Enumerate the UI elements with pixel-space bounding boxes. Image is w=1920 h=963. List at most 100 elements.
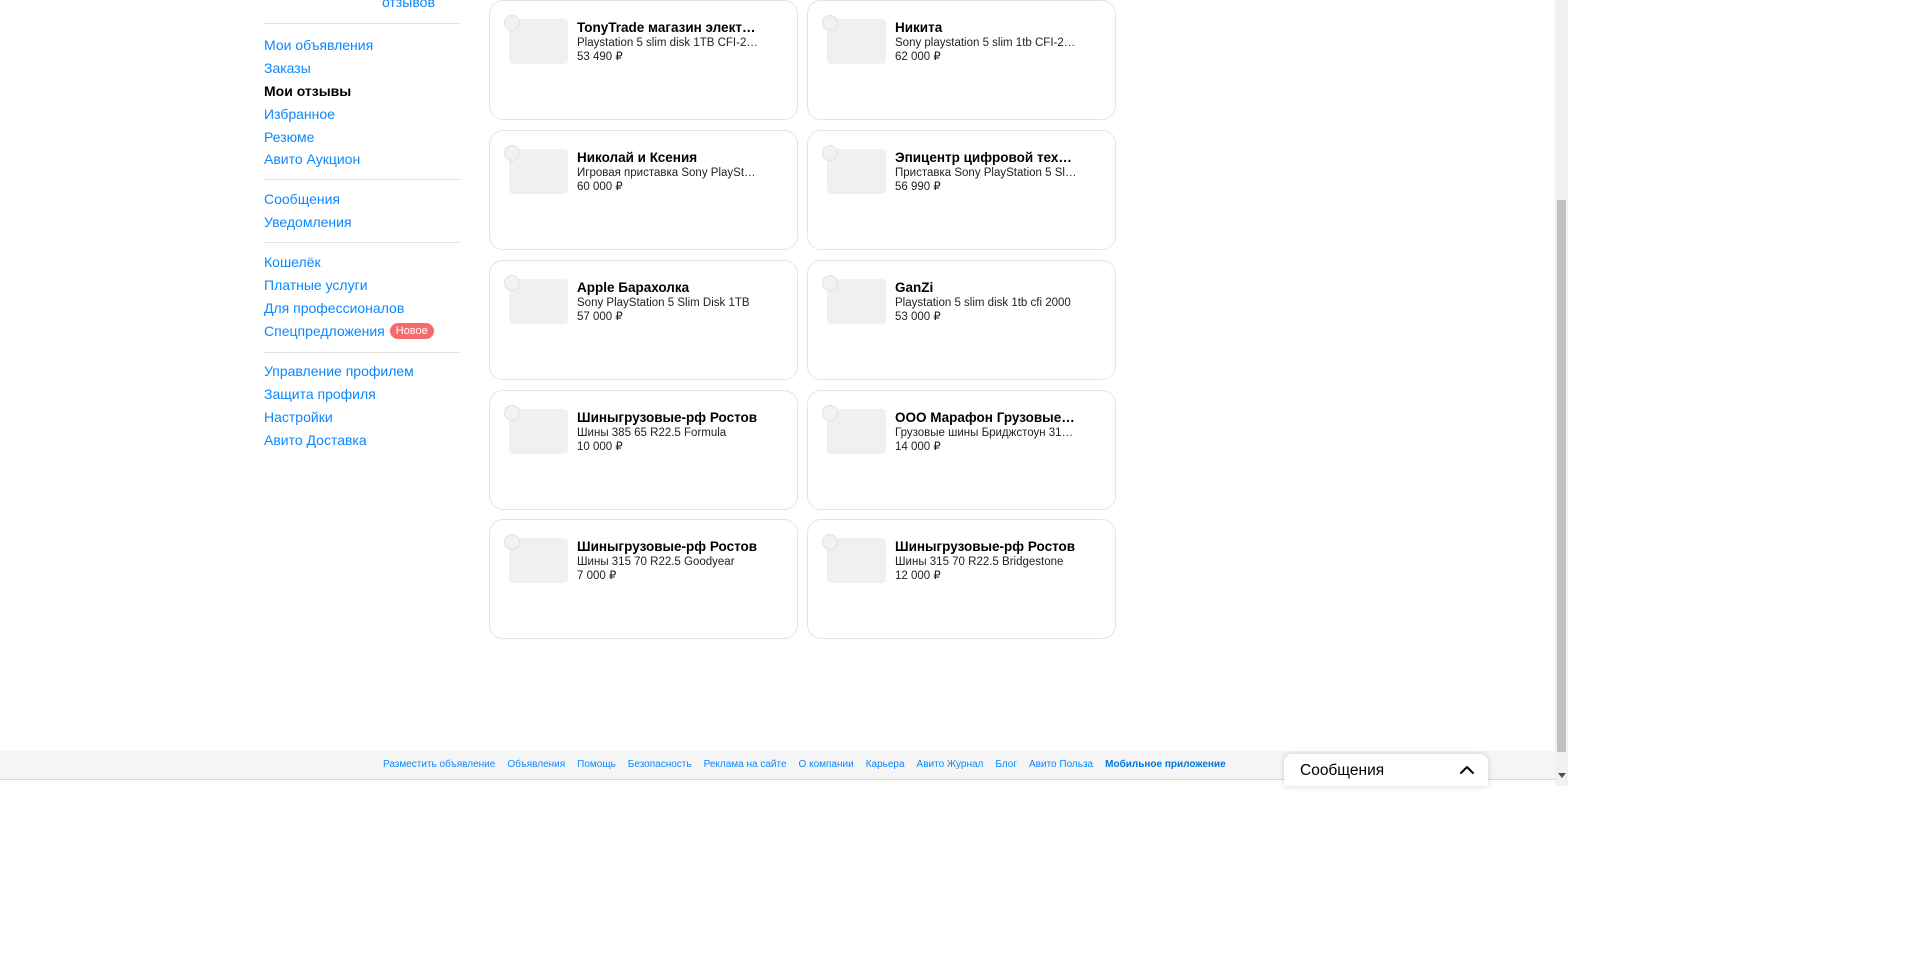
- sidebar-item-profile-protection[interactable]: Защита профиля: [264, 383, 460, 406]
- card-info: TonyTrade магазин электроники Playstatio…: [577, 20, 759, 65]
- review-card[interactable]: Шиныгрузовые-рф Ростов Шины 315 70 R22.5…: [807, 519, 1116, 639]
- seller-name: Шиныгрузовые-рф Ростов: [577, 539, 758, 554]
- page-scrollbar[interactable]: [1555, 0, 1568, 786]
- card-info: GanZi Playstation 5 slim disk 1tb cfi 20…: [895, 280, 1077, 325]
- sidebar-divider: [264, 23, 460, 24]
- item-title: Шины 315 70 R22.5 Goodyear: [577, 556, 735, 568]
- footer-link-mobile-app[interactable]: Мобильное приложение: [1105, 759, 1226, 770]
- seller-name: Эпицентр цифровой техники: [895, 150, 1077, 165]
- footer-link-benefit[interactable]: Авито Польза: [1029, 759, 1093, 770]
- item-title: Sony playstation 5 slim 1tb CFI-2000: [895, 37, 1077, 49]
- item-price: 14 000 ₽: [895, 441, 941, 453]
- item-price: 10 000 ₽: [577, 441, 623, 453]
- item-price: 7 000 ₽: [577, 570, 617, 582]
- item-price: 57 000 ₽: [577, 311, 623, 323]
- seller-name: Шиныгрузовые-рф Ростов: [577, 410, 758, 425]
- footer-link-about[interactable]: О компании: [799, 759, 854, 770]
- footer-links: Разместить объявление Объявления Помощь …: [383, 759, 1226, 770]
- card-info: Шиныгрузовые-рф Ростов Шины 385 65 R22.5…: [577, 410, 759, 455]
- item-title: Грузовые шины Бриджстоун 315 70: [895, 427, 1077, 439]
- messenger-title: Сообщения: [1300, 762, 1385, 779]
- seller-name: TonyTrade магазин электроники: [577, 20, 759, 35]
- card-info: Никита Sony playstation 5 slim 1tb CFI-2…: [895, 20, 1077, 65]
- footer-link-career[interactable]: Карьера: [866, 759, 905, 770]
- card-info: Apple Барахолка Sony PlayStation 5 Slim …: [577, 280, 759, 325]
- sidebar-item-pro[interactable]: Для профессионалов: [264, 297, 460, 320]
- sidebar-item-messages[interactable]: Сообщения: [264, 188, 460, 211]
- card-info: Эпицентр цифровой техники Приставка Sony…: [895, 150, 1077, 195]
- sidebar-item-orders[interactable]: Заказы: [264, 57, 460, 80]
- select-radio[interactable]: [504, 405, 520, 421]
- messenger-widget[interactable]: Сообщения: [1284, 754, 1488, 786]
- sidebar-item-label: Спецпредложения: [264, 322, 385, 339]
- item-title: Playstation 5 slim disk 1TB CFI-2000: [577, 37, 759, 49]
- item-title: Шины 315 70 R22.5 Bridgestone: [895, 556, 1064, 568]
- review-card[interactable]: GanZi Playstation 5 slim disk 1tb cfi 20…: [807, 260, 1116, 380]
- item-title: Playstation 5 slim disk 1tb cfi 2000: [895, 297, 1071, 309]
- sidebar-item-resume[interactable]: Резюме: [264, 125, 460, 148]
- review-card[interactable]: Apple Барахолка Sony PlayStation 5 Slim …: [489, 260, 798, 380]
- sidebar-item-notifications[interactable]: Уведомления: [264, 211, 460, 234]
- sidebar-divider: [264, 352, 460, 353]
- seller-name: Николай и Ксения: [577, 150, 698, 165]
- select-radio[interactable]: [822, 15, 838, 31]
- footer-link-security[interactable]: Безопасность: [628, 759, 692, 770]
- item-title: Шины 385 65 R22.5 Formula: [577, 427, 727, 439]
- sidebar-item-profile-management[interactable]: Управление профилем: [264, 360, 460, 383]
- footer-link-ads[interactable]: Объявления: [507, 759, 565, 770]
- sidebar-item-delivery[interactable]: Авито Доставка: [264, 428, 460, 451]
- sidebar-item-my-reviews[interactable]: Мои отзывы: [264, 80, 460, 103]
- sidebar-item-favorites[interactable]: Избранное: [264, 102, 460, 125]
- select-radio[interactable]: [822, 405, 838, 421]
- review-card[interactable]: TonyTrade магазин электроники Playstatio…: [489, 0, 798, 120]
- review-card[interactable]: Николай и Ксения Игровая приставка Sony …: [489, 130, 798, 250]
- review-card[interactable]: Шиныгрузовые-рф Ростов Шины 315 70 R22.5…: [489, 519, 798, 639]
- sidebar-divider: [264, 179, 460, 180]
- reviews-count-link[interactable]: отзывов: [382, 0, 435, 10]
- card-info: Шиныгрузовые-рф Ростов Шины 315 70 R22.5…: [577, 539, 759, 584]
- chevron-up-icon[interactable]: [1458, 761, 1476, 779]
- scroll-down-arrow-icon[interactable]: [1558, 773, 1566, 778]
- select-radio[interactable]: [504, 15, 520, 31]
- seller-name: GanZi: [895, 280, 934, 295]
- review-card[interactable]: Эпицентр цифровой техники Приставка Sony…: [807, 130, 1116, 250]
- sidebar-divider: [264, 242, 460, 243]
- nav-group-services: Кошелёк Платные услуги Для профессионало…: [264, 251, 460, 342]
- new-badge: Новое: [389, 322, 434, 339]
- select-radio[interactable]: [504, 145, 520, 161]
- item-title: Игровая приставка Sony PlayStation 5: [577, 167, 759, 179]
- footer-link-post-ad[interactable]: Разместить объявление: [383, 759, 495, 770]
- item-price: 53 490 ₽: [577, 51, 623, 63]
- card-info: ООО Марафон Грузовые шины Грузовые шины …: [895, 410, 1077, 455]
- review-card[interactable]: Никита Sony playstation 5 slim 1tb CFI-2…: [807, 0, 1116, 120]
- sidebar-item-my-ads[interactable]: Мои объявления: [264, 34, 460, 57]
- sidebar-item-wallet[interactable]: Кошелёк: [264, 251, 460, 274]
- select-radio[interactable]: [504, 534, 520, 550]
- footer-link-help[interactable]: Помощь: [577, 759, 616, 770]
- card-info: Шиныгрузовые-рф Ростов Шины 315 70 R22.5…: [895, 539, 1077, 584]
- sidebar-item-paid-services[interactable]: Платные услуги: [264, 274, 460, 297]
- sidebar-item-special-offers[interactable]: Спецпредложения Новое: [264, 319, 460, 342]
- select-radio[interactable]: [822, 145, 838, 161]
- select-radio[interactable]: [504, 275, 520, 291]
- footer-link-journal[interactable]: Авито Журнал: [917, 759, 984, 770]
- card-info: Николай и Ксения Игровая приставка Sony …: [577, 150, 759, 195]
- footer-link-blog[interactable]: Блог: [995, 759, 1017, 770]
- seller-name: Шиныгрузовые-рф Ростов: [895, 539, 1076, 554]
- sidebar-item-settings[interactable]: Настройки: [264, 406, 460, 429]
- review-card[interactable]: Шиныгрузовые-рф Ростов Шины 385 65 R22.5…: [489, 390, 798, 510]
- seller-name: Apple Барахолка: [577, 280, 690, 295]
- select-radio[interactable]: [822, 275, 838, 291]
- item-title: Приставка Sony PlayStation 5 Slim: [895, 167, 1077, 179]
- scrollbar-thumb[interactable]: [1557, 200, 1566, 752]
- seller-name: Никита: [895, 20, 943, 35]
- item-price: 60 000 ₽: [577, 181, 623, 193]
- nav-group-messages: Сообщения Уведомления: [264, 188, 460, 234]
- nav-group-profile: Управление профилем Защита профиля Настр…: [264, 360, 460, 451]
- sidebar-item-auction[interactable]: Авито Аукцион: [264, 148, 460, 171]
- select-radio[interactable]: [822, 534, 838, 550]
- item-price: 53 000 ₽: [895, 311, 941, 323]
- footer-link-advertising[interactable]: Реклама на сайте: [704, 759, 787, 770]
- item-title: Sony PlayStation 5 Slim Disk 1TB: [577, 297, 750, 309]
- review-card[interactable]: ООО Марафон Грузовые шины Грузовые шины …: [807, 390, 1116, 510]
